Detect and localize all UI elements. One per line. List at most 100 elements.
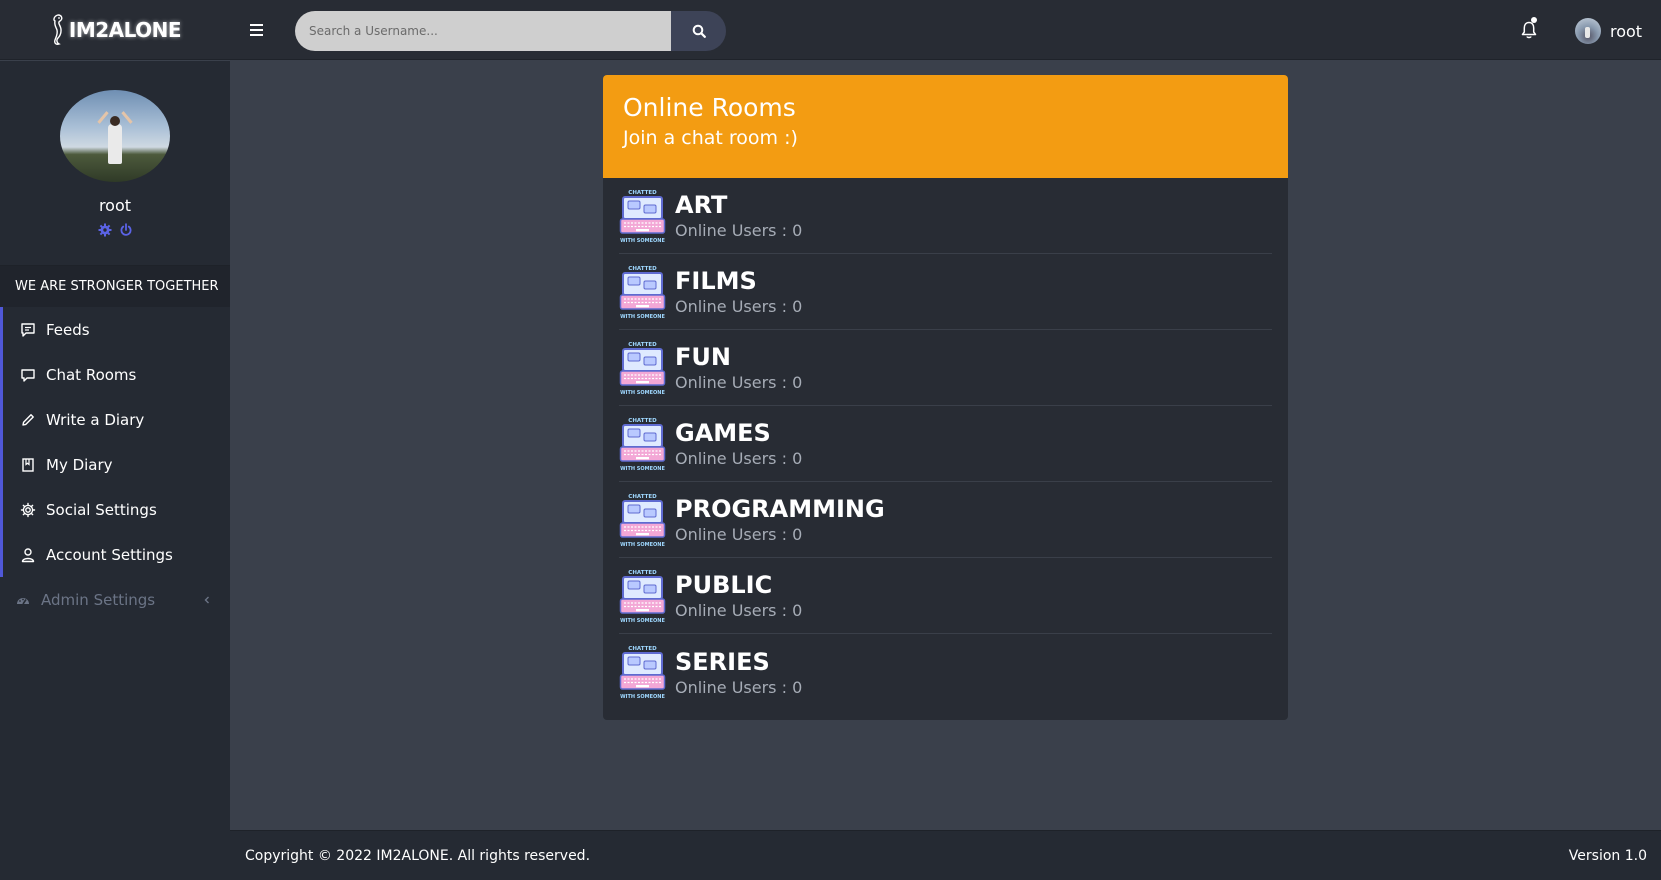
sidebar-item-label: Account Settings xyxy=(46,545,173,564)
search-button[interactable] xyxy=(671,11,726,51)
chatted-laptop-icon: CHATTED WITH SOMEONE xyxy=(619,416,666,472)
svg-text:CHATTED: CHATTED xyxy=(628,646,657,652)
sidebar-item-label: Feeds xyxy=(46,320,90,339)
svg-text:WITH SOMEONE: WITH SOMEONE xyxy=(620,390,665,396)
svg-text:WITH SOMEONE: WITH SOMEONE xyxy=(620,466,665,472)
settings-gear-icon[interactable] xyxy=(98,223,112,237)
chatted-laptop-icon: CHATTED WITH SOMEONE xyxy=(619,568,666,624)
room-item-fun[interactable]: CHATTED WITH SOMEONE FUN Online Users : … xyxy=(619,330,1272,406)
menu-toggle-icon[interactable] xyxy=(245,19,267,41)
room-name: FUN xyxy=(675,343,731,371)
profile-avatar[interactable] xyxy=(60,90,170,182)
room-name: GAMES xyxy=(675,419,771,447)
room-online-users: Online Users : 0 xyxy=(675,449,803,468)
room-name: SERIES xyxy=(675,647,770,676)
dashboard-icon xyxy=(15,592,31,608)
sidebar-heading: WE ARE STRONGER TOGETHER xyxy=(0,266,230,307)
chevron-left-icon xyxy=(202,595,212,605)
room-item-public[interactable]: CHATTED WITH SOMEONE PUBLIC Online Users… xyxy=(619,558,1272,634)
svg-text:WITH SOMEONE: WITH SOMEONE xyxy=(620,238,665,244)
room-online-users: Online Users : 0 xyxy=(675,297,803,316)
chatted-laptop-icon: CHATTED WITH SOMEONE xyxy=(619,264,666,320)
sidebar-nav: Feeds Chat Rooms Write a Diary My Diary … xyxy=(0,307,230,577)
notification-bell-icon[interactable] xyxy=(1520,20,1538,40)
logo: IM2ALONE xyxy=(49,13,182,47)
page-subtitle: Join a chat room :) xyxy=(623,127,798,149)
search-icon xyxy=(692,24,706,38)
sidebar-item-label: My Diary xyxy=(46,455,113,474)
room-item-films[interactable]: CHATTED WITH SOMEONE FILMS Online Users … xyxy=(619,254,1272,330)
sidebar-item-label: Admin Settings xyxy=(41,590,156,609)
room-item-art[interactable]: CHATTED WITH SOMEONE ART Online Users : … xyxy=(619,178,1272,254)
svg-text:WITH SOMEONE: WITH SOMEONE xyxy=(620,694,665,700)
chatted-laptop-icon: CHATTED WITH SOMEONE xyxy=(619,492,666,548)
sidebar-item-label: Social Settings xyxy=(46,500,157,519)
pencil-icon xyxy=(20,412,36,428)
chatted-laptop-icon: CHATTED WITH SOMEONE xyxy=(619,188,666,244)
room-item-games[interactable]: CHATTED WITH SOMEONE GAMES Online Users … xyxy=(619,406,1272,482)
top-navbar: IM2ALONE root xyxy=(0,0,1661,60)
svg-text:CHATTED: CHATTED xyxy=(628,266,657,272)
svg-text:WITH SOMEONE: WITH SOMEONE xyxy=(620,618,665,624)
room-online-users: Online Users : 0 xyxy=(675,677,803,697)
book-icon xyxy=(20,457,36,473)
sidebar: root WE ARE STRONGER TOGETHER Feeds Chat… xyxy=(0,61,230,880)
copyright-text: Copyright © 2022 IM2ALONE. All rights re… xyxy=(245,847,591,864)
footer: Copyright © 2022 IM2ALONE. All rights re… xyxy=(230,830,1661,880)
room-online-users: Online Users : 0 xyxy=(675,221,803,240)
brand-logo[interactable]: IM2ALONE xyxy=(0,0,230,60)
room-item-series[interactable]: CHATTED WITH SOMEONE SERIES Online Users… xyxy=(619,634,1272,710)
chatted-laptop-icon: CHATTED WITH SOMEONE xyxy=(619,644,666,700)
svg-text:WITH SOMEONE: WITH SOMEONE xyxy=(620,542,665,548)
sidebar-item-account-settings[interactable]: Account Settings xyxy=(0,532,230,577)
power-icon[interactable] xyxy=(119,223,133,237)
chatted-laptop-icon: CHATTED WITH SOMEONE xyxy=(619,340,666,396)
brand-name: IM2ALONE xyxy=(68,18,182,42)
profile-actions xyxy=(98,223,133,237)
room-item-programming[interactable]: CHATTED WITH SOMEONE PROGRAMMING Online … xyxy=(619,482,1272,558)
svg-text:WITH SOMEONE: WITH SOMEONE xyxy=(620,314,665,320)
page-title: Online Rooms xyxy=(623,93,796,122)
room-name: FILMS xyxy=(675,267,757,295)
search-input[interactable] xyxy=(295,11,671,51)
sidebar-item-label: Write a Diary xyxy=(46,410,145,429)
user-menu[interactable]: root xyxy=(1575,18,1642,44)
room-name: ART xyxy=(675,191,728,219)
room-text: PROGRAMMING Online Users : 0 xyxy=(675,495,885,544)
sidebar-profile: root xyxy=(0,61,230,266)
sidebar-item-admin-settings[interactable]: Admin Settings xyxy=(0,577,230,622)
notification-dot xyxy=(1531,17,1537,23)
svg-text:CHATTED: CHATTED xyxy=(628,342,657,348)
room-text: PUBLIC Online Users : 0 xyxy=(675,571,802,620)
sidebar-item-social-settings[interactable]: Social Settings xyxy=(0,487,230,532)
svg-text:CHATTED: CHATTED xyxy=(628,570,657,576)
sidebar-item-write-diary[interactable]: Write a Diary xyxy=(0,397,230,442)
svg-text:CHATTED: CHATTED xyxy=(628,494,657,500)
sidebar-item-my-diary[interactable]: My Diary xyxy=(0,442,230,487)
feeds-icon xyxy=(20,322,36,338)
room-online-users: Online Users : 0 xyxy=(675,373,803,392)
sidebar-item-chat-rooms[interactable]: Chat Rooms xyxy=(0,352,230,397)
username-label: root xyxy=(1610,21,1643,41)
chat-icon xyxy=(20,367,36,383)
user-search xyxy=(295,11,726,51)
sidebar-item-feeds[interactable]: Feeds xyxy=(0,307,230,352)
room-online-users: Online Users : 0 xyxy=(675,525,803,544)
sidebar-item-label: Chat Rooms xyxy=(46,365,137,384)
rooms-header: Online Rooms Join a chat room :) xyxy=(603,75,1288,178)
profile-name: root xyxy=(98,196,132,215)
user-icon xyxy=(20,547,36,563)
room-text: GAMES Online Users : 0 xyxy=(675,419,802,468)
room-text: FUN Online Users : 0 xyxy=(675,343,802,392)
gear-icon xyxy=(20,502,36,518)
room-name: PUBLIC xyxy=(675,571,773,599)
room-text: ART Online Users : 0 xyxy=(675,191,802,240)
room-text: FILMS Online Users : 0 xyxy=(675,267,802,316)
online-rooms-card: Online Rooms Join a chat room :) CHATTED… xyxy=(603,75,1288,720)
seahorse-icon xyxy=(53,14,63,45)
room-online-users: Online Users : 0 xyxy=(675,601,803,620)
room-name: PROGRAMMING xyxy=(675,495,885,523)
room-text: SERIES Online Users : 0 xyxy=(675,648,802,697)
svg-text:CHATTED: CHATTED xyxy=(628,418,657,424)
version-text: Version 1.0 xyxy=(1568,847,1647,864)
